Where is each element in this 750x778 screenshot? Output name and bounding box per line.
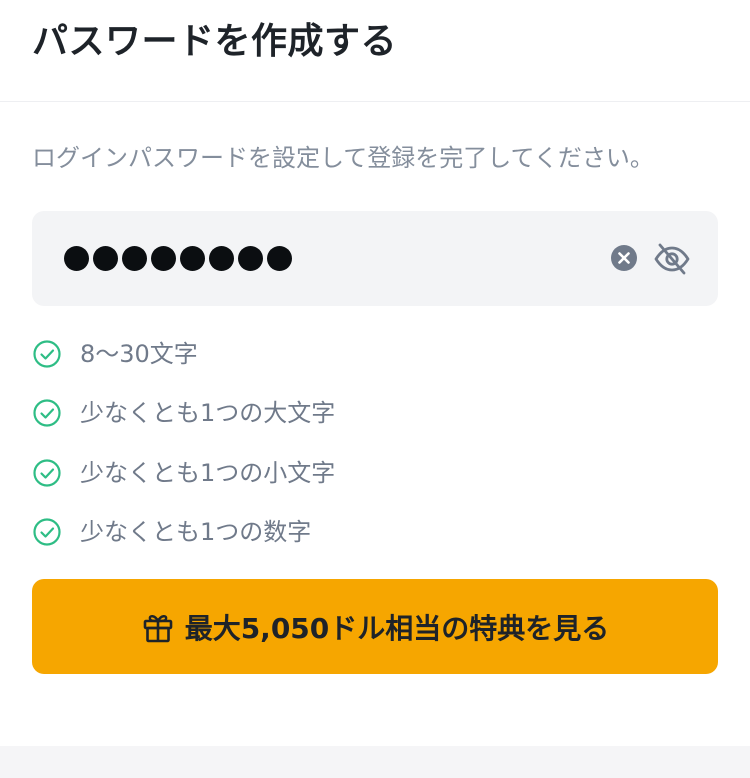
header: パスワードを作成する [0, 0, 750, 102]
password-mask [64, 244, 292, 274]
check-circle-icon [33, 459, 61, 487]
rule-length: 8〜30文字 [32, 336, 198, 372]
footer-area [0, 746, 750, 778]
rule-uppercase: 少なくとも1つの大文字 [32, 395, 335, 431]
rule-label: 少なくとも1つの数字 [80, 518, 312, 546]
instruction-text: ログインパスワードを設定して登録を完了してください。 [32, 144, 654, 172]
rule-label: 8〜30文字 [80, 340, 198, 368]
password-dot [180, 246, 205, 271]
gift-icon [143, 614, 173, 642]
password-dot [122, 246, 147, 271]
password-dot [93, 246, 118, 271]
view-rewards-button[interactable]: 最大5,050ドル相当の特典を見る [32, 579, 718, 674]
check-circle-icon [33, 399, 61, 427]
page-title: パスワードを作成する [32, 21, 398, 62]
password-dot [209, 246, 234, 271]
check-circle-icon [33, 518, 61, 546]
rule-label: 少なくとも1つの大文字 [80, 399, 336, 427]
check-circle-icon [33, 340, 61, 368]
rule-number: 少なくとも1つの数字 [32, 514, 311, 550]
password-input[interactable] [32, 211, 718, 306]
password-dot [267, 246, 292, 271]
view-rewards-label: 最大5,050ドル相当の特典を見る [184, 611, 610, 645]
rule-label: 少なくとも1つの小文字 [80, 459, 336, 487]
password-dot [64, 246, 89, 271]
clear-icon[interactable] [610, 244, 638, 272]
password-dot [238, 246, 263, 271]
create-password-page: パスワードを作成する ログインパスワードを設定して登録を完了してください。 8〜… [0, 0, 750, 778]
password-dot [151, 246, 176, 271]
eye-off-icon[interactable] [653, 240, 691, 278]
rule-lowercase: 少なくとも1つの小文字 [32, 455, 335, 491]
